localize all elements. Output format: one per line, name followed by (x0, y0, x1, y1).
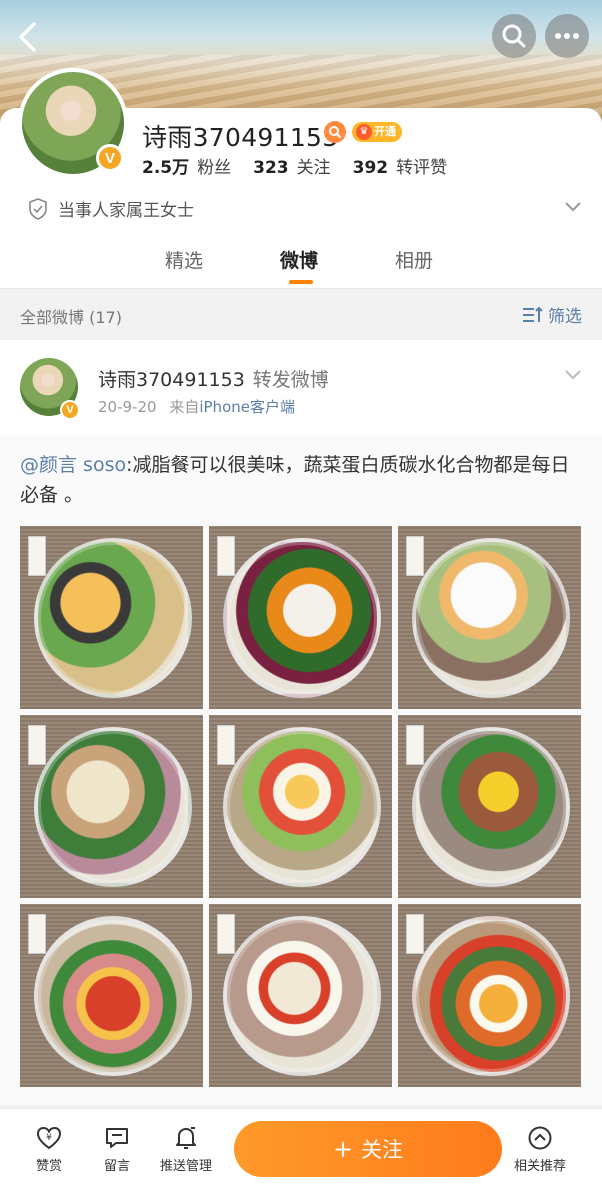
post-menu-button[interactable] (564, 366, 582, 385)
more-button[interactable] (545, 14, 589, 58)
following-label: 关注 (296, 158, 331, 178)
post-date: 20-9-20 (98, 398, 157, 416)
photo-1[interactable] (20, 526, 203, 709)
post-source[interactable]: iPhone客户端 (199, 398, 295, 416)
bio-text: 当事人家属王女士 (58, 201, 194, 221)
food-bowl (223, 538, 381, 698)
photo-9[interactable] (398, 904, 581, 1087)
back-button[interactable] (10, 18, 44, 56)
following-stat[interactable]: 323 关注 (253, 153, 331, 178)
photo-7[interactable] (20, 904, 203, 1087)
photo-2[interactable] (209, 526, 392, 709)
push-settings-button[interactable]: 推送管理 (160, 1125, 212, 1174)
brand-tag (217, 725, 235, 765)
chevron-left-icon (19, 22, 36, 52)
reposts-count: 392 (352, 158, 389, 178)
followers-label: 粉丝 (197, 158, 232, 178)
post-header: V 诗雨370491153 转发微博 20-9-20 来自iPhone客户端 (0, 340, 602, 436)
chevron-down-icon (565, 202, 581, 212)
filter-label: 筛选 (548, 307, 582, 327)
post-from-prefix: 来自 (169, 398, 200, 416)
profile-avatar[interactable]: V (18, 68, 128, 178)
post-verified-badge: V (60, 400, 80, 420)
brand-tag (406, 914, 424, 954)
filter-icon (523, 306, 543, 322)
svg-text:¥: ¥ (46, 1133, 52, 1143)
tab-featured[interactable]: 精选 (165, 246, 203, 273)
profile-tabs: 精选 微博 相册 (0, 238, 602, 288)
brand-tag (28, 536, 46, 576)
search-icon (502, 24, 526, 48)
vip-open-label: 开通 (374, 125, 396, 138)
filter-button[interactable]: 筛选 (522, 302, 582, 327)
reposts-label: 转评赞 (396, 158, 448, 178)
follow-button[interactable]: + 关注 (234, 1121, 502, 1177)
brand-tag (406, 725, 424, 765)
post-author-line: 诗雨370491153 转发微博 (98, 365, 329, 392)
profile-name: 诗雨370491153 (142, 123, 339, 152)
push-settings-label: 推送管理 (160, 1159, 213, 1174)
brand-tag (28, 725, 46, 765)
food-bowl (34, 916, 192, 1076)
image-grid (20, 526, 582, 1087)
post-meta: 20-9-20 来自iPhone客户端 (98, 396, 295, 417)
photo-3[interactable] (398, 526, 581, 709)
active-tab-indicator (289, 280, 313, 284)
follow-label: 关注 (361, 1138, 404, 1162)
chevron-down-icon (565, 370, 581, 380)
food-bowl (34, 727, 192, 887)
heart-yen-icon: ¥ (36, 1126, 62, 1150)
reposts-stat[interactable]: 392 转评赞 (353, 153, 448, 178)
feed-filter-bar: 全部微博 (17) 筛选 (0, 288, 602, 338)
post-card[interactable]: V 诗雨370491153 转发微博 20-9-20 来自iPhone客户端 @颜… (0, 340, 602, 1105)
recommend-label: 相关推荐 (514, 1159, 567, 1174)
food-bowl (412, 727, 570, 887)
verified-badge: V (96, 144, 124, 172)
post-mention[interactable]: @颜言 soso (20, 454, 126, 476)
food-bowl (223, 727, 381, 887)
search-badge-icon (329, 126, 342, 139)
food-bowl (223, 916, 381, 1076)
reward-label: 赞赏 (36, 1159, 63, 1174)
food-bowl (412, 916, 570, 1076)
food-bowl (34, 538, 192, 698)
search-button[interactable] (492, 14, 536, 58)
plus-icon: + (332, 1135, 354, 1163)
profile-bio[interactable]: 当事人家属王女士 (28, 196, 194, 221)
vip-open-badge[interactable]: ♛ 开通 (352, 122, 402, 142)
photo-8[interactable] (209, 904, 392, 1087)
post-author-name[interactable]: 诗雨370491153 (98, 369, 245, 391)
message-icon (106, 1128, 128, 1148)
more-dots-icon (555, 33, 579, 39)
brand-tag (28, 914, 46, 954)
super-topic-badge[interactable] (324, 121, 346, 143)
recommend-button[interactable]: 相关推荐 (514, 1125, 566, 1174)
followers-stat[interactable]: 2.5万 粉丝 (142, 153, 231, 178)
bell-icon (176, 1127, 196, 1149)
shield-icon (29, 197, 47, 220)
brand-tag (406, 536, 424, 576)
photo-4[interactable] (20, 715, 203, 898)
chevron-up-circle-icon (528, 1126, 552, 1150)
following-count: 323 (253, 158, 289, 178)
photo-5[interactable] (209, 715, 392, 898)
crown-icon: ♛ (356, 124, 372, 140)
expand-bio-button[interactable] (564, 198, 582, 217)
reward-button[interactable]: ¥ 赞赏 (36, 1125, 62, 1174)
bottom-action-bar: ¥ 赞赏 留言 推送管理 + 关注 相关推荐 (0, 1108, 602, 1200)
all-posts-label[interactable]: 全部微博 (17) (20, 304, 122, 328)
post-text: @颜言 soso:减脂餐可以很美味，蔬菜蛋白质碳水化合物都是每日必备 。 (20, 450, 585, 510)
message-button[interactable]: 留言 (104, 1125, 130, 1174)
profile-stats: 2.5万 粉丝 323 关注 392 转评赞 (142, 153, 447, 178)
food-bowl (412, 538, 570, 698)
tab-weibo[interactable]: 微博 (280, 246, 318, 273)
message-label: 留言 (104, 1159, 131, 1174)
photo-6[interactable] (398, 715, 581, 898)
brand-tag (217, 914, 235, 954)
repost-body[interactable]: @颜言 soso:减脂餐可以很美味，蔬菜蛋白质碳水化合物都是每日必备 。 (0, 436, 602, 1105)
tab-album[interactable]: 相册 (395, 246, 433, 273)
followers-count: 2.5万 (142, 158, 190, 178)
post-action-label: 转发微博 (252, 369, 329, 391)
brand-tag (217, 536, 235, 576)
